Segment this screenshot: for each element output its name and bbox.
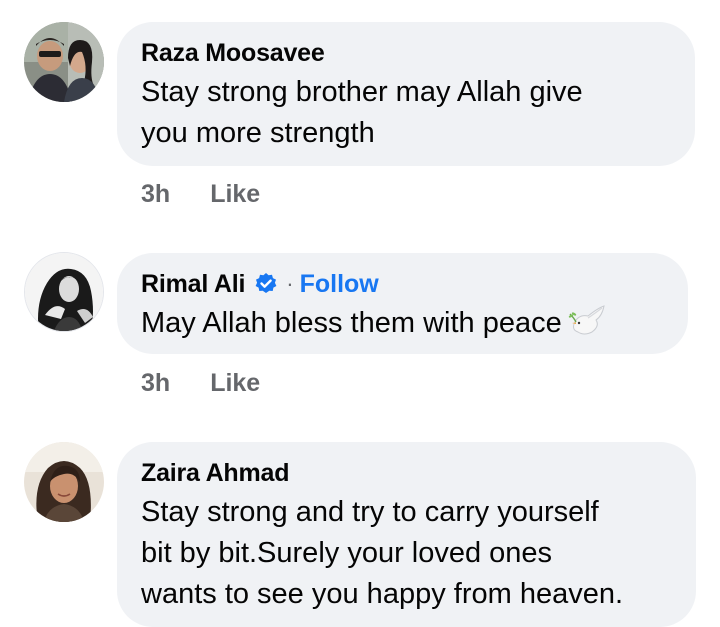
comment-text-line: Stay strong and try to carry yourself (141, 496, 599, 528)
avatar-monochrome-portrait-icon (25, 253, 103, 331)
comment-text: May Allah bless them with peace (141, 303, 664, 344)
comment-text-line: bit by bit.Surely your loved ones (141, 537, 553, 569)
author-name[interactable]: Rimal Ali (141, 270, 245, 299)
comment-text-line: May Allah bless them with peace (141, 307, 562, 339)
comment-meta: 3h Like (141, 180, 260, 209)
author-name[interactable]: Zaira Ahmad (141, 459, 290, 488)
timestamp[interactable]: 3h (141, 180, 170, 209)
avatar-woman-photo-icon (24, 442, 104, 522)
author-row: Zaira Ahmad (141, 456, 672, 490)
dove-emoji-icon (568, 304, 608, 338)
author-row: Raza Moosavee (141, 36, 671, 70)
comment-text: Stay strong brother may Allah give you m… (141, 72, 671, 154)
comment-text: Stay strong and try to carry yourself bi… (141, 492, 672, 615)
comment-bubble: Zaira Ahmad Stay strong and try to carry… (117, 442, 696, 627)
comment-text-line: Stay strong brother may Allah give (141, 76, 583, 108)
comment-bubble: Raza Moosavee Stay strong brother may Al… (117, 22, 695, 166)
timestamp[interactable]: 3h (141, 369, 170, 398)
avatar-couple-photo-icon (24, 22, 104, 102)
follow-button[interactable]: Follow (300, 270, 379, 299)
author-name[interactable]: Raza Moosavee (141, 39, 325, 68)
comment-text-line: wants to see you happy from heaven. (141, 578, 624, 610)
verified-badge-icon (254, 272, 278, 296)
separator-dot: · (286, 271, 294, 296)
comment-bubble: Rimal Ali · Follow May Allah bless them … (117, 253, 688, 354)
avatar[interactable] (24, 442, 104, 522)
like-button[interactable]: Like (210, 369, 260, 398)
author-row: Rimal Ali · Follow (141, 267, 664, 301)
comment-text-line: you more strength (141, 117, 375, 149)
avatar[interactable] (24, 252, 104, 332)
like-button[interactable]: Like (210, 180, 260, 209)
comment-meta: 3h Like (141, 369, 260, 398)
avatar[interactable] (24, 22, 104, 102)
